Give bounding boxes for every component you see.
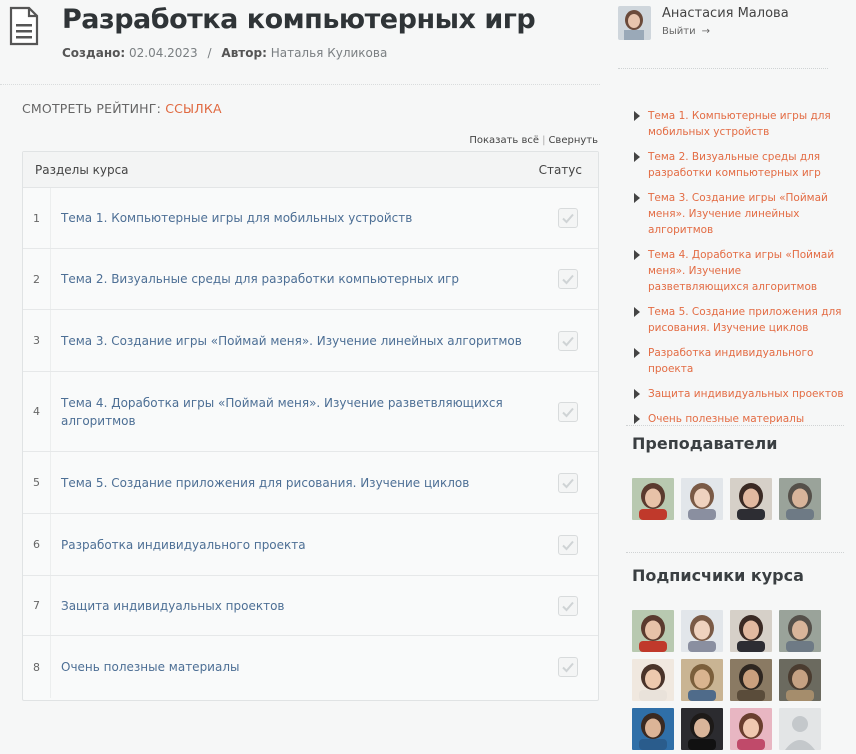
user-avatar[interactable] xyxy=(618,6,651,40)
author-name: Наталья Куликова xyxy=(270,46,388,60)
show-all-link[interactable]: Показать всё xyxy=(469,135,539,146)
sections-column-header: Разделы курса xyxy=(35,162,129,177)
subscribers-title: Подписчики курса xyxy=(632,566,804,585)
section-link[interactable]: Тема 3. Создание игры «Поймай меня». Изу… xyxy=(51,332,558,350)
check-icon xyxy=(562,407,574,417)
check-icon xyxy=(562,274,574,285)
toc-item[interactable]: Защита индивидуальных проектов xyxy=(632,386,844,402)
header-divider xyxy=(0,84,600,85)
logout-link[interactable]: Выйти → xyxy=(662,26,710,37)
toc-item[interactable]: Тема 4. Доработка игры «Поймай меня». Из… xyxy=(632,247,844,295)
user-name[interactable]: Анастасия Малова xyxy=(662,6,789,21)
collapse-link[interactable]: Свернуть xyxy=(548,135,598,146)
status-checkbox[interactable] xyxy=(558,269,578,289)
check-icon xyxy=(562,478,574,488)
sections-toc: Тема 1. Компьютерные игры для мобильных … xyxy=(632,108,844,436)
teacher-avatar[interactable] xyxy=(779,478,821,520)
subscriber-avatar[interactable] xyxy=(632,708,674,750)
check-icon xyxy=(562,540,574,550)
page-title: Разработка компьютерных игр xyxy=(62,4,536,35)
rating-link[interactable]: ССЫЛКА xyxy=(165,101,222,116)
subscriber-avatar[interactable] xyxy=(681,610,723,652)
arrow-right-icon: → xyxy=(701,26,710,37)
status-checkbox[interactable] xyxy=(558,657,578,677)
status-checkbox[interactable] xyxy=(558,330,578,351)
status-checkbox[interactable] xyxy=(558,208,578,228)
section-link[interactable]: Тема 4. Доработка игры «Поймай меня». Из… xyxy=(51,394,558,430)
subscriber-avatar[interactable] xyxy=(779,610,821,652)
check-icon xyxy=(562,662,574,673)
table-row: 8 Очень полезные материалы xyxy=(23,636,598,698)
logout-label[interactable]: Выйти xyxy=(662,26,696,37)
row-number: 2 xyxy=(23,249,51,309)
document-icon xyxy=(9,6,39,46)
section-link[interactable]: Очень полезные материалы xyxy=(51,658,558,676)
check-icon xyxy=(562,213,574,224)
row-number: 8 xyxy=(23,636,51,698)
subscriber-avatar[interactable] xyxy=(632,659,674,701)
subscriber-avatar[interactable] xyxy=(730,659,772,701)
status-checkbox[interactable] xyxy=(558,401,578,422)
section-link[interactable]: Тема 5. Создание приложения для рисовани… xyxy=(51,474,558,492)
table-row: 5 Тема 5. Создание приложения для рисован… xyxy=(23,452,598,514)
table-header: Разделы курса Статус xyxy=(23,152,598,188)
status-checkbox[interactable] xyxy=(558,595,578,616)
section-link[interactable]: Защита индивидуальных проектов xyxy=(51,597,558,615)
table-row: 2 Тема 2. Визуальные среды для разработки… xyxy=(23,249,598,310)
teachers-title: Преподаватели xyxy=(632,434,778,453)
section-link[interactable]: Тема 2. Визуальные среды для разработки … xyxy=(51,270,558,288)
subscriber-avatar[interactable] xyxy=(730,708,772,750)
section-link[interactable]: Тема 1. Компьютерные игры для мобильных … xyxy=(51,209,558,227)
status-checkbox[interactable] xyxy=(558,472,578,493)
toc-item[interactable]: Тема 3. Создание игры «Поймай меня». Изу… xyxy=(632,190,844,238)
author-label: Автор: xyxy=(221,46,267,60)
teacher-avatar[interactable] xyxy=(681,478,723,520)
course-meta: Создано: 02.04.2023 / Автор: Наталья Кул… xyxy=(62,46,387,60)
sidebar-divider xyxy=(626,552,844,553)
sidebar-divider xyxy=(618,68,828,69)
row-number: 5 xyxy=(23,452,51,513)
subscriber-avatar[interactable] xyxy=(632,610,674,652)
default-avatar-icon[interactable] xyxy=(779,708,821,750)
teachers-avatars xyxy=(632,478,821,520)
subscriber-avatar[interactable] xyxy=(681,659,723,701)
sidebar-divider xyxy=(626,425,844,426)
subscriber-avatar[interactable] xyxy=(730,610,772,652)
status-column-header: Статус xyxy=(538,162,582,177)
table-row: 6 Разработка индивидуального проекта xyxy=(23,514,598,576)
status-checkbox[interactable] xyxy=(558,534,578,555)
subscriber-avatar[interactable] xyxy=(681,708,723,750)
toc-item[interactable]: Разработка индивидуального проекта xyxy=(632,345,844,377)
expand-controls: Показать всё | Свернуть xyxy=(469,135,598,146)
row-number: 6 xyxy=(23,514,51,575)
table-row: 1 Тема 1. Компьютерные игры для мобильных… xyxy=(23,188,598,249)
teacher-avatar[interactable] xyxy=(730,478,772,520)
rating-line: СМОТРЕТЬ РЕЙТИНГ: ССЫЛКА xyxy=(22,101,222,116)
check-icon xyxy=(562,601,574,611)
table-row: 4 Тема 4. Доработка игры «Поймай меня». И… xyxy=(23,372,598,452)
check-icon xyxy=(562,336,574,346)
row-number: 1 xyxy=(23,188,51,248)
section-link[interactable]: Разработка индивидуального проекта xyxy=(51,536,558,554)
created-date: 02.04.2023 xyxy=(128,46,198,60)
row-number: 4 xyxy=(23,372,51,451)
table-row: 3 Тема 3. Создание игры «Поймай меня». Из… xyxy=(23,310,598,372)
subscriber-avatar[interactable] xyxy=(779,659,821,701)
course-sections-table: Разделы курса Статус 1 Тема 1. Компьютерн… xyxy=(22,151,599,701)
toc-item[interactable]: Тема 5. Создание приложения для рисовани… xyxy=(632,304,844,336)
table-row: 7 Защита индивидуальных проектов xyxy=(23,576,598,636)
row-number: 3 xyxy=(23,310,51,371)
row-number: 7 xyxy=(23,576,51,635)
subscribers-avatars xyxy=(632,610,821,750)
toc-item[interactable]: Тема 1. Компьютерные игры для мобильных … xyxy=(632,108,844,140)
meta-separator: / xyxy=(207,46,212,60)
toc-item[interactable]: Тема 2. Визуальные среды для разработки … xyxy=(632,149,844,181)
created-label: Создано: xyxy=(62,46,126,60)
teacher-avatar[interactable] xyxy=(632,478,674,520)
rating-label: СМОТРЕТЬ РЕЙТИНГ: xyxy=(22,101,162,116)
